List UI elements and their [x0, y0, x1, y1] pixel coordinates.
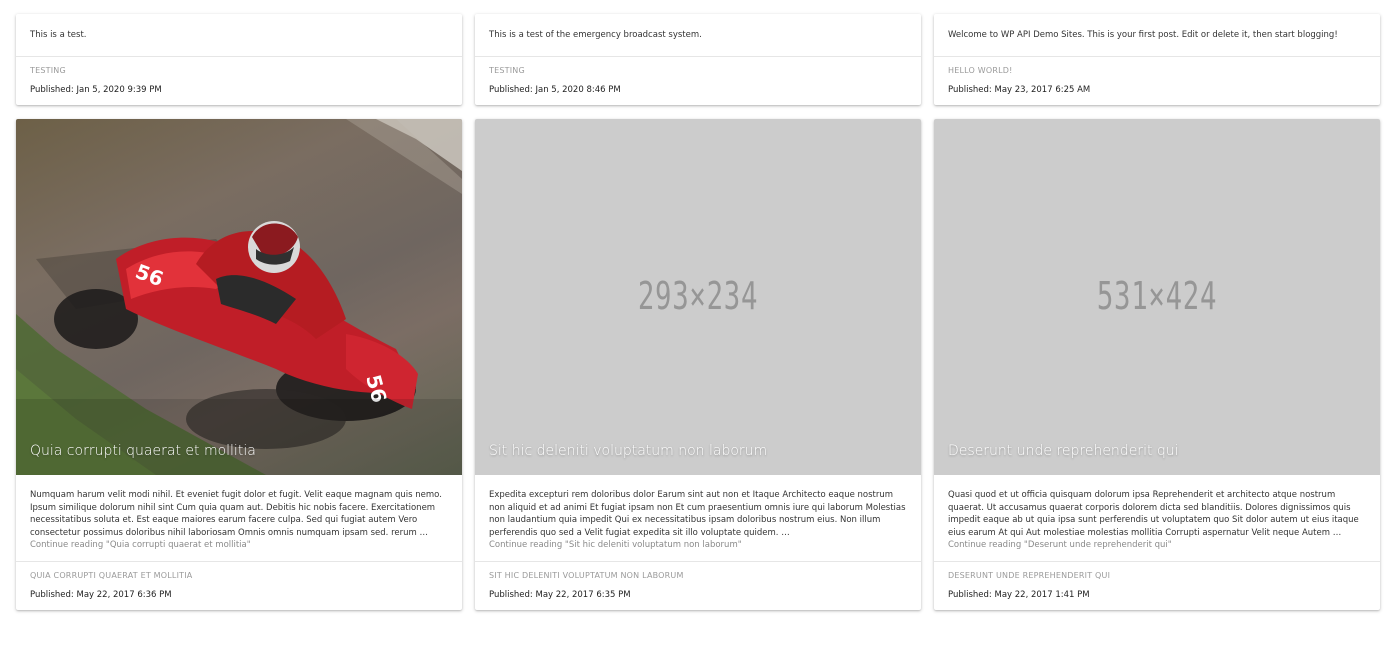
post-card[interactable]: Welcome to WP API Demo Sites. This is yo…: [934, 14, 1380, 105]
post-category-link[interactable]: QUIA CORRUPTI QUAERAT ET MOLLITIA: [30, 571, 448, 580]
continue-reading-link[interactable]: Continue reading "Deserunt unde reprehen…: [948, 540, 1172, 550]
post-category-link[interactable]: TESTING: [30, 66, 448, 75]
post-footer: QUIA CORRUPTI QUAERAT ET MOLLITIA Publis…: [16, 561, 462, 610]
post-published-date: Published: May 22, 2017 6:36 PM: [30, 590, 172, 600]
post-grid: This is a test. TESTING Published: Jan 5…: [16, 14, 1380, 610]
post-footer: DESERUNT UNDE REPREHENDERIT QUI Publishe…: [934, 561, 1380, 610]
post-category-link[interactable]: TESTING: [489, 66, 907, 75]
post-card-with-image[interactable]: 56 56 Quia corrupti quaerat et mollitia …: [16, 119, 462, 610]
post-content: This is a test of the emergency broadcas…: [489, 30, 702, 40]
image-dimensions-label: 293×234: [637, 274, 759, 318]
continue-reading-link[interactable]: Continue reading "Quia corrupti quaerat …: [30, 540, 251, 550]
post-excerpt-text: Numquam harum velit modi nihil. Et eveni…: [30, 490, 442, 538]
post-category-link[interactable]: HELLO WORLD!: [948, 66, 1366, 75]
post-featured-image-placeholder[interactable]: 531×424 Deserunt unde reprehenderit qui: [934, 119, 1380, 475]
post-excerpt: Expedita excepturi rem doloribus dolor E…: [475, 475, 921, 561]
post-card[interactable]: This is a test. TESTING Published: Jan 5…: [16, 14, 462, 105]
motorcycle-photo: 56 56: [16, 119, 462, 475]
post-category-link[interactable]: SIT HIC DELENITI VOLUPTATUM NON LABORUM: [489, 571, 907, 580]
post-footer: TESTING Published: Jan 5, 2020 8:46 PM: [475, 56, 921, 105]
post-featured-image[interactable]: 56 56 Quia corrupti quaerat et mollitia: [16, 119, 462, 475]
post-published-date: Published: May 23, 2017 6:25 AM: [948, 85, 1091, 95]
post-published-date: Published: Jan 5, 2020 9:39 PM: [30, 85, 162, 95]
post-footer: SIT HIC DELENITI VOLUPTATUM NON LABORUM …: [475, 561, 921, 610]
post-footer: HELLO WORLD! Published: May 23, 2017 6:2…: [934, 56, 1380, 105]
post-excerpt: Numquam harum velit modi nihil. Et eveni…: [16, 475, 462, 561]
post-published-date: Published: Jan 5, 2020 8:46 PM: [489, 85, 621, 95]
post-card-with-image[interactable]: 293×234 Sit hic deleniti voluptatum non …: [475, 119, 921, 610]
post-featured-image-placeholder[interactable]: 293×234 Sit hic deleniti voluptatum non …: [475, 119, 921, 475]
post-published-date: Published: May 22, 2017 1:41 PM: [948, 590, 1090, 600]
post-excerpt: Quasi quod et ut officia quisquam doloru…: [934, 475, 1380, 561]
post-title[interactable]: Sit hic deleniti voluptatum non laborum: [489, 443, 767, 459]
post-excerpt-text: Expedita excepturi rem doloribus dolor E…: [489, 490, 906, 538]
post-published-date: Published: May 22, 2017 6:35 PM: [489, 590, 631, 600]
post-footer: TESTING Published: Jan 5, 2020 9:39 PM: [16, 56, 462, 105]
post-card[interactable]: This is a test of the emergency broadcas…: [475, 14, 921, 105]
continue-reading-link[interactable]: Continue reading "Sit hic deleniti volup…: [489, 540, 742, 550]
image-dimensions-label: 531×424: [1096, 274, 1218, 318]
post-content: This is a test.: [30, 30, 87, 40]
post-title[interactable]: Quia corrupti quaerat et mollitia: [30, 443, 256, 459]
post-content: Welcome to WP API Demo Sites. This is yo…: [948, 30, 1338, 40]
post-category-link[interactable]: DESERUNT UNDE REPREHENDERIT QUI: [948, 571, 1366, 580]
post-excerpt-text: Quasi quod et ut officia quisquam doloru…: [948, 490, 1359, 538]
post-card-with-image[interactable]: 531×424 Deserunt unde reprehenderit qui …: [934, 119, 1380, 610]
post-title[interactable]: Deserunt unde reprehenderit qui: [948, 443, 1179, 459]
